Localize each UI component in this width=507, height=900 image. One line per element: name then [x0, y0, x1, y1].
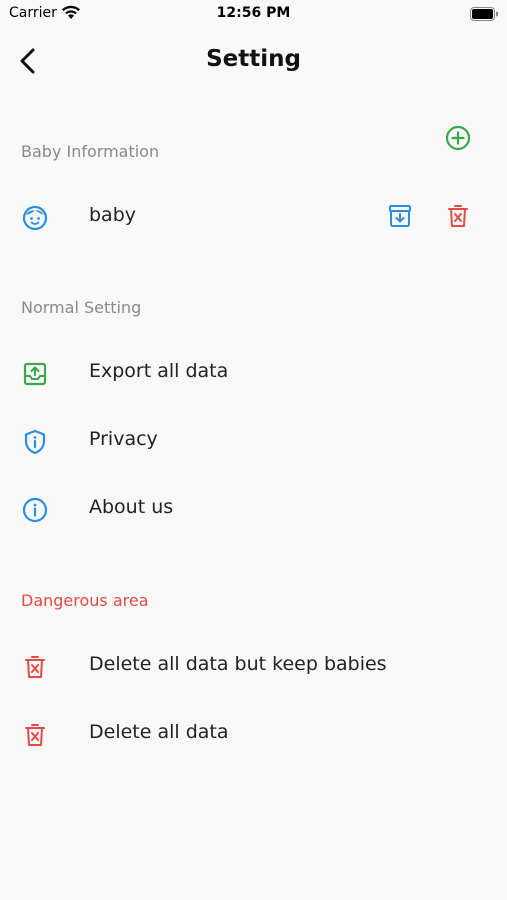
section-header-dangerous-area: Dangerous area: [21, 591, 149, 610]
delete-baby-button[interactable]: [444, 202, 472, 230]
settings-screen: Carrier 12:56 PM Setting Baby Informatio…: [0, 0, 507, 900]
delete-all-data-row[interactable]: Delete all data: [0, 705, 507, 761]
plus-circle-icon: [445, 125, 471, 151]
baby-name: baby: [89, 204, 137, 226]
section-header-baby-info: Baby Information: [21, 142, 160, 161]
about-us-row[interactable]: About us: [0, 480, 507, 536]
delete-all-data-label: Delete all data: [89, 721, 229, 743]
shield-icon: [21, 428, 49, 456]
add-baby-button[interactable]: [444, 124, 472, 152]
archive-download-icon: [389, 205, 411, 227]
about-us-label: About us: [89, 496, 174, 518]
baby-row[interactable]: baby: [0, 188, 507, 244]
archive-baby-button[interactable]: [386, 202, 414, 230]
info-icon: [21, 496, 49, 524]
trash-icon: [21, 653, 49, 681]
privacy-row[interactable]: Privacy: [0, 412, 507, 468]
baby-face-icon: [21, 204, 49, 232]
status-bar: Carrier 12:56 PM: [0, 0, 507, 28]
trash-icon: [448, 205, 468, 227]
export-icon: [21, 360, 49, 388]
battery-icon: [470, 6, 499, 25]
export-all-data-label: Export all data: [89, 360, 229, 382]
delete-data-keep-babies-row[interactable]: Delete all data but keep babies: [0, 637, 507, 693]
nav-bar: Setting: [0, 36, 507, 86]
privacy-label: Privacy: [89, 428, 158, 450]
export-all-data-row[interactable]: Export all data: [0, 344, 507, 400]
section-header-normal-setting: Normal Setting: [21, 298, 142, 317]
page-title: Setting: [206, 46, 301, 72]
delete-data-keep-babies-label: Delete all data but keep babies: [89, 653, 387, 675]
clock: 12:56 PM: [216, 5, 291, 21]
trash-icon: [21, 721, 49, 749]
